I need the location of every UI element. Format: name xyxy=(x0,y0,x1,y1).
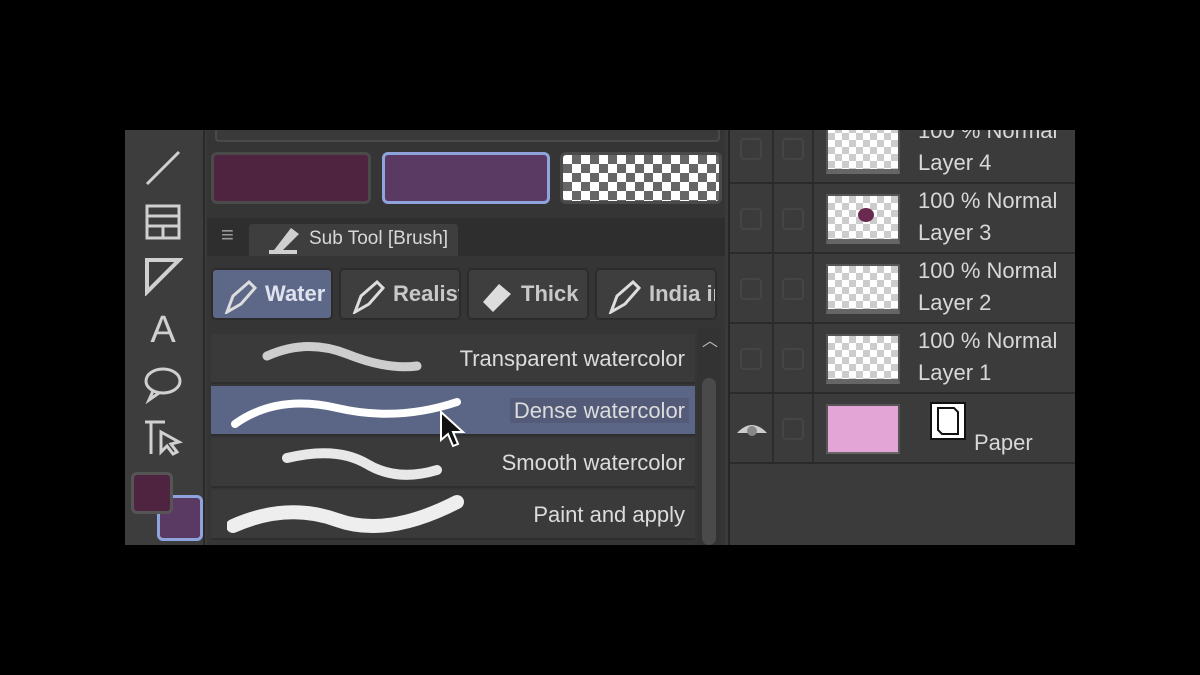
color-and-subtool-panel: ^ ≡ Sub Tool [Brush] Water Realistic Thi… xyxy=(207,130,725,545)
brush-icon xyxy=(269,228,299,254)
group-tab-thick[interactable]: Thick xyxy=(467,268,589,320)
layer-name: Layer 4 xyxy=(918,150,992,175)
sub-color-tile[interactable] xyxy=(382,152,550,204)
paper-icon xyxy=(930,402,966,440)
main-color-swatch[interactable] xyxy=(131,472,173,514)
collapse-caret[interactable]: ^ xyxy=(317,130,325,136)
visibility-column xyxy=(730,184,774,252)
subtool-group-tabs: Water Realistic Thick India ink xyxy=(207,262,725,320)
operation-icon xyxy=(145,420,184,456)
layer-panel: 100 % Normal Layer 4 100 % Normal Layer 3 10… xyxy=(728,130,1075,545)
layer-name: Layer 3 xyxy=(918,220,992,245)
balloon-tool[interactable] xyxy=(143,364,183,405)
layer-mode: 100 % Normal xyxy=(918,188,1058,213)
pen-icon xyxy=(352,279,386,314)
lock-column xyxy=(774,184,814,252)
lock-column xyxy=(774,394,814,462)
eye-icon[interactable] xyxy=(735,419,769,439)
layer-thumbnail xyxy=(826,130,900,174)
scrollbar-thumb[interactable] xyxy=(702,378,716,545)
layer-name: Layer 2 xyxy=(918,290,992,315)
pen-icon xyxy=(224,279,258,314)
panel-top-strip: ^ xyxy=(215,130,720,142)
lock-toggle[interactable] xyxy=(782,418,804,440)
pen-icon xyxy=(608,279,642,314)
panel-menu-icon[interactable]: ≡ xyxy=(221,222,234,248)
tab-sub-tool-brush[interactable]: Sub Tool [Brush] xyxy=(249,224,459,256)
clip-studio-window: A ^ ≡ Sub Tool [Brush] Water Realistic T… xyxy=(125,130,1075,545)
visibility-toggle[interactable] xyxy=(740,348,762,370)
layer-thumbnail xyxy=(826,264,900,314)
ruler-tool[interactable] xyxy=(143,256,184,297)
lock-column xyxy=(774,130,814,182)
line-tool[interactable] xyxy=(143,148,183,188)
visibility-toggle[interactable] xyxy=(740,208,762,230)
layer-thumbnail xyxy=(826,194,900,244)
brush-stroke-preview xyxy=(231,398,461,428)
lock-column xyxy=(774,324,814,392)
lock-toggle[interactable] xyxy=(782,278,804,300)
tool-palette: A xyxy=(125,130,205,545)
layer-mode: 100 % Normal xyxy=(918,130,1058,143)
visibility-toggle[interactable] xyxy=(740,138,762,160)
frame-icon xyxy=(145,204,181,240)
operation-tool[interactable] xyxy=(143,418,184,458)
group-tab-india-ink[interactable]: India ink xyxy=(595,268,717,320)
layer-thumbnail xyxy=(826,404,900,454)
text-icon: A xyxy=(150,309,176,351)
layer-row[interactable]: Paper xyxy=(730,394,1075,464)
lock-toggle[interactable] xyxy=(782,348,804,370)
visibility-toggle[interactable] xyxy=(740,278,762,300)
scroll-up-icon[interactable]: ︿ xyxy=(702,327,718,351)
layer-row[interactable]: 100 % Normal Layer 3 xyxy=(730,184,1075,254)
lock-toggle[interactable] xyxy=(782,138,804,160)
paint-tube-icon xyxy=(483,284,511,312)
group-tab-water[interactable]: Water xyxy=(211,268,333,320)
layer-row[interactable]: 100 % Normal Layer 2 xyxy=(730,254,1075,324)
lock-column xyxy=(774,254,814,322)
layer-thumbnail xyxy=(826,334,900,384)
text-tool[interactable]: A xyxy=(143,310,183,350)
layer-mode: 100 % Normal xyxy=(918,328,1058,353)
layer-name: Layer 1 xyxy=(918,360,992,385)
main-color-tile[interactable] xyxy=(211,152,371,204)
visibility-column xyxy=(730,130,774,182)
subtool-tab-bar: ≡ Sub Tool [Brush] xyxy=(207,218,725,256)
brush-item-transparent-watercolor[interactable]: Transparent watercolor xyxy=(211,334,695,384)
ruler-icon xyxy=(145,258,184,297)
layer-name: Paper xyxy=(974,430,1033,455)
layer-mode: 100 % Normal xyxy=(918,258,1058,283)
brush-stroke-preview xyxy=(262,342,422,372)
brush-item-paint-and-apply[interactable]: Paint and apply xyxy=(211,490,695,540)
layer-row[interactable]: 100 % Normal Layer 1 xyxy=(730,324,1075,394)
frame-tool[interactable] xyxy=(143,202,183,242)
visibility-column xyxy=(730,254,774,322)
brush-stroke-preview xyxy=(282,448,442,480)
balloon-icon xyxy=(144,367,182,405)
tab-label: Sub Tool [Brush] xyxy=(309,228,449,249)
visibility-column xyxy=(730,324,774,392)
transparent-color-tile[interactable] xyxy=(560,152,722,204)
brush-stroke-preview xyxy=(227,495,464,533)
mouse-cursor-icon xyxy=(440,410,466,448)
layer-row[interactable]: 100 % Normal Layer 4 xyxy=(730,130,1075,184)
visibility-column xyxy=(730,394,774,462)
line-icon xyxy=(145,150,181,186)
lock-toggle[interactable] xyxy=(782,208,804,230)
group-tab-realistic[interactable]: Realistic xyxy=(339,268,461,320)
